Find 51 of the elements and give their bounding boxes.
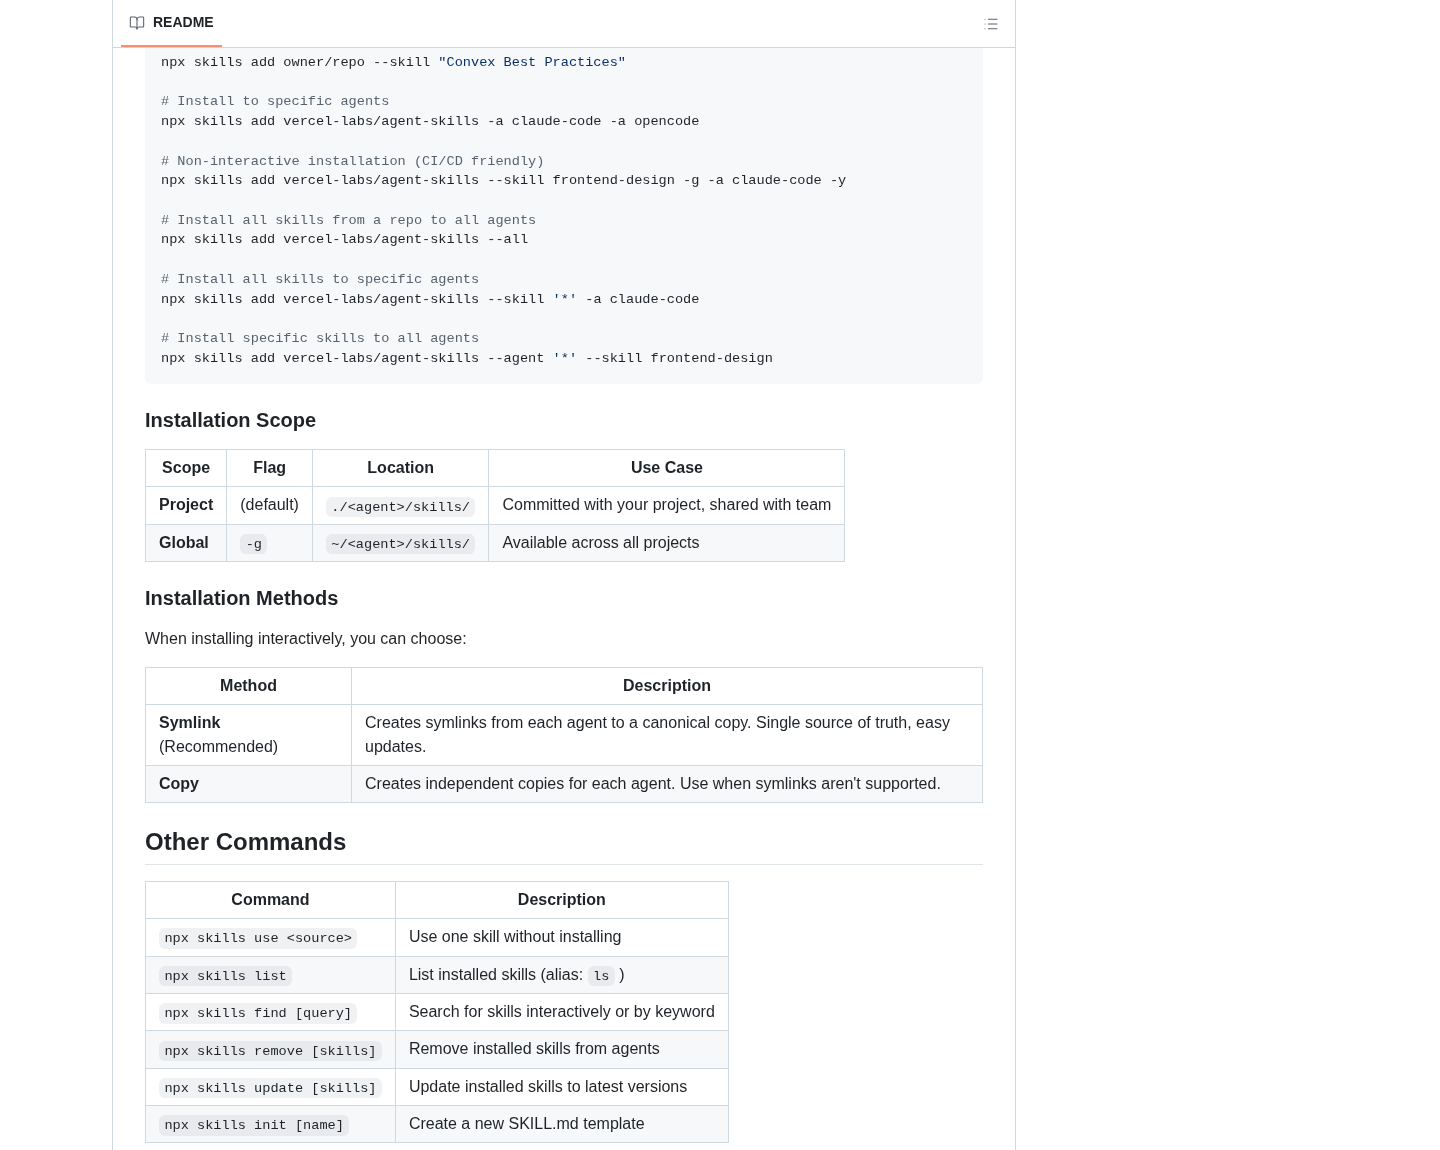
inline-code: ./<agent>/skills/ <box>325 496 476 517</box>
cell-text: Symlink <box>159 714 221 732</box>
column-header: Location <box>312 449 489 487</box>
table-cell: Creates independent copies for each agent. Use when symlinks aren't supported. <box>351 765 983 803</box>
column-header: Use Case <box>488 449 845 487</box>
column-header: Method <box>145 667 352 705</box>
inline-code: npx skills use <source> <box>159 928 358 949</box>
table-cell: (default) <box>226 486 313 525</box>
inline-code: npx skills remove [skills] <box>159 1040 382 1061</box>
book-icon <box>129 14 145 31</box>
column-header: Command <box>145 881 396 919</box>
table-cell: Search for skills interactively or by keyword <box>395 993 729 1031</box>
code-line: npx skills add vercel-labs/agent-skills --skill frontend-design -g -a claude-code -y <box>161 172 847 191</box>
cell-text: ) <box>619 965 625 983</box>
column-header: Flag <box>226 449 313 487</box>
section-heading: Installation Scope <box>145 408 318 434</box>
cell-text: (Recommended) <box>159 738 279 756</box>
cell-text: List installed skills (alias: <box>408 965 584 983</box>
table-cell: Update installed skills to latest versions <box>395 1068 729 1106</box>
table-cell: Available across all projects <box>488 524 845 562</box>
code-line: npx skills add owner/repo --skill "Convex Best Practices" <box>161 54 626 72</box>
section-heading: Installation Methods <box>145 586 340 612</box>
column-header: Description <box>395 881 729 919</box>
inline-code: ~/<agent>/skills/ <box>325 534 476 555</box>
code-comment: # Install all skills to specific agents <box>161 270 480 289</box>
code-comment: # Install specific skills to all agents <box>161 329 480 348</box>
code-line: npx skills add vercel-labs/agent-skills --agent '*' --skill frontend-design <box>161 349 773 368</box>
code-line: npx skills add vercel-labs/agent-skills --all <box>161 231 529 250</box>
table-cell: Copy <box>145 765 352 803</box>
table-cell: Project <box>145 486 227 525</box>
code-comment: # Install to specific agents <box>161 93 390 112</box>
table-cell: Use one skill without installing <box>395 918 729 956</box>
inline-code: ls <box>587 965 615 987</box>
table-cell: Global <box>145 524 227 562</box>
inline-code: npx skills find [query] <box>159 1003 358 1024</box>
section-heading: Other Commands <box>145 827 983 866</box>
paragraph: When installing interactively, you can choose: <box>145 629 468 650</box>
code-comment: # Install all skills from a repo to all agents <box>161 211 537 230</box>
code-comment: # Non-interactive installation (CI/CD friendly) <box>161 152 545 171</box>
inline-code: -g <box>240 534 268 555</box>
table-cell: Committed with your project, shared with team <box>488 486 845 525</box>
inline-code: npx skills update [skills] <box>159 1078 382 1099</box>
table-cell: Create a new SKILL.md template <box>395 1105 729 1143</box>
column-header: Description <box>351 667 983 705</box>
table-cell: Remove installed skills from agents <box>395 1030 729 1069</box>
column-header: Scope <box>145 449 227 487</box>
inline-code: npx skills init [name] <box>159 1115 350 1136</box>
code-line: npx skills add vercel-labs/agent-skills -a claude-code -a opencode <box>161 113 700 132</box>
code-line: npx skills add vercel-labs/agent-skills --skill '*' -a claude-code <box>161 290 700 309</box>
table-cell: Creates symlinks from each agent to a canonical copy. Single source of truth, easy updates. <box>351 704 983 766</box>
inline-code: npx skills list <box>159 965 293 987</box>
